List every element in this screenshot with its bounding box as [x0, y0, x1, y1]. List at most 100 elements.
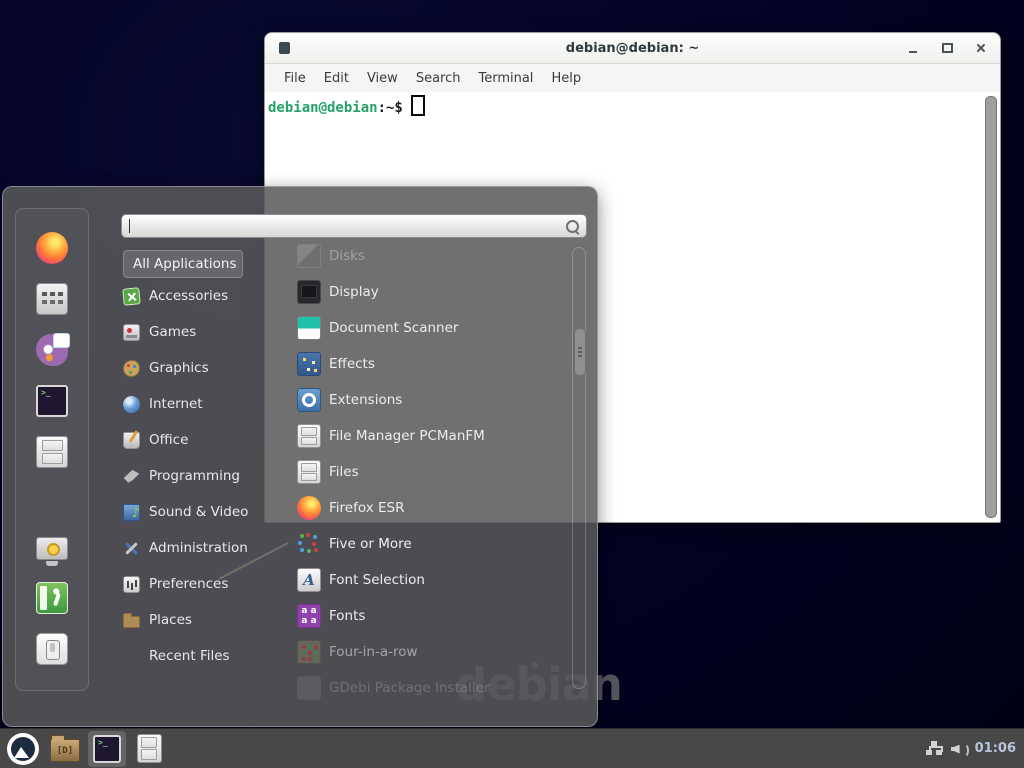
category-accessories[interactable]: Accessories	[121, 278, 279, 314]
dock-terminal-button[interactable]	[34, 385, 70, 417]
clock[interactable]: 01:06	[975, 741, 1016, 756]
app-label: Disks	[329, 248, 365, 264]
category-places[interactable]: Places	[121, 602, 279, 638]
category-internet[interactable]: Internet	[121, 386, 279, 422]
app-label: Four-in-a-row	[329, 644, 418, 660]
prompt-user-host: debian@debian	[268, 100, 378, 116]
dock-shutdown-button[interactable]	[34, 633, 70, 665]
all-applications-button[interactable]: All Applications	[123, 250, 243, 278]
terminal-scrollbar[interactable]	[985, 96, 997, 518]
menubar-item-view[interactable]: View	[358, 71, 407, 86]
category-office[interactable]: Office	[121, 422, 279, 458]
taskbar-file-cabinet-button[interactable]	[130, 731, 168, 767]
category-programming[interactable]: Programming	[121, 458, 279, 494]
places-icon	[123, 616, 140, 628]
dock-software-button[interactable]	[34, 283, 70, 315]
file-cabinet-icon	[137, 734, 162, 763]
app-item-document-scanner[interactable]: Document Scanner	[293, 310, 569, 346]
app-item-four-in-a-row[interactable]: Four-in-a-row	[293, 634, 569, 670]
terminal-window-icon	[279, 42, 290, 54]
five-or-more-icon	[297, 532, 321, 556]
category-label: Accessories	[149, 288, 228, 304]
application-list: Disks Display Document Scanner Effects Exten…	[293, 238, 569, 706]
app-label: File Manager PCManFM	[329, 428, 485, 444]
menubar-item-edit[interactable]: Edit	[315, 71, 358, 86]
taskbar-folder-d-button[interactable]	[46, 731, 84, 767]
terminal-titlebar[interactable]: debian@debian: ~	[265, 33, 1000, 64]
search-input[interactable]	[130, 218, 566, 235]
dock-firefox-button[interactable]	[34, 232, 70, 264]
app-item-effects[interactable]: Effects	[293, 346, 569, 382]
maximize-icon	[942, 43, 953, 53]
app-item-font-selection[interactable]: Font Selection	[293, 562, 569, 598]
app-label: Effects	[329, 356, 375, 372]
app-item-file-manager[interactable]: File Manager PCManFM	[293, 418, 569, 454]
app-label: Font Selection	[329, 572, 425, 588]
category-label: Administration	[149, 540, 248, 556]
app-item-files[interactable]: Files	[293, 454, 569, 490]
menubar-item-search[interactable]: Search	[407, 71, 470, 86]
app-label: Fonts	[329, 608, 365, 624]
category-label: Programming	[149, 468, 240, 484]
menubar-item-help[interactable]: Help	[542, 71, 590, 86]
app-item-fonts[interactable]: Fonts	[293, 598, 569, 634]
folder-d-icon	[50, 739, 80, 762]
menu-logo-icon	[7, 733, 39, 765]
category-label: Preferences	[149, 576, 228, 592]
gdebi-icon	[297, 676, 321, 700]
category-sound-video[interactable]: Sound & Video	[121, 494, 279, 530]
app-item-five-or-more[interactable]: Five or More	[293, 526, 569, 562]
terminal-cursor	[411, 95, 425, 116]
shutdown-icon	[36, 633, 68, 665]
logout-icon	[36, 582, 68, 614]
category-label: Games	[149, 324, 196, 340]
search-box[interactable]	[121, 214, 587, 238]
taskbar-terminal-button[interactable]	[88, 731, 126, 767]
category-games[interactable]: Games	[121, 314, 279, 350]
app-item-display[interactable]: Display	[293, 274, 569, 310]
font-selection-icon	[297, 568, 321, 592]
office-icon	[123, 432, 140, 449]
app-item-disks[interactable]: Disks	[293, 238, 569, 274]
app-label: Extensions	[329, 392, 402, 408]
category-label: Graphics	[149, 360, 209, 376]
administration-icon	[123, 540, 140, 557]
minimize-button[interactable]	[900, 38, 926, 58]
app-list-scrollbar-handle[interactable]	[574, 328, 586, 376]
category-label: Recent Files	[149, 648, 230, 664]
dock-logout-button[interactable]	[34, 582, 70, 614]
dock-lock-screen-button[interactable]	[34, 531, 70, 563]
app-label: Display	[329, 284, 379, 300]
app-item-firefox[interactable]: Firefox ESR	[293, 490, 569, 526]
category-recent[interactable]: Recent Files	[121, 638, 279, 674]
category-graphics[interactable]: Graphics	[121, 350, 279, 386]
software-icon	[36, 283, 68, 315]
terminal-menubar: FileEditViewSearchTerminalHelp	[265, 64, 1000, 92]
firefox-icon	[36, 232, 68, 264]
menubar-item-terminal[interactable]: Terminal	[469, 71, 542, 86]
volume-icon[interactable]	[951, 742, 967, 756]
scrollbar-grip	[578, 347, 582, 349]
games-icon	[123, 324, 140, 341]
close-button[interactable]	[968, 38, 994, 58]
menubar-item-file[interactable]: File	[275, 71, 315, 86]
internet-icon	[123, 396, 140, 413]
extensions-icon	[297, 388, 321, 412]
dock-pidgin-button[interactable]	[34, 334, 70, 366]
maximize-button[interactable]	[934, 38, 960, 58]
terminal-prompt: debian@debian:~$	[268, 95, 425, 116]
category-preferences[interactable]: Preferences	[121, 566, 279, 602]
firefox-icon	[297, 496, 321, 520]
four-in-a-row-icon	[297, 640, 321, 664]
category-label: Sound & Video	[149, 504, 248, 520]
dock-file-cabinet-button[interactable]	[34, 436, 70, 468]
application-menu: All Applications Accessories Games Graphic…	[2, 186, 598, 727]
app-item-gdebi[interactable]: GDebi Package Installer	[293, 670, 569, 706]
network-icon[interactable]	[926, 741, 942, 756]
programming-icon	[123, 468, 140, 485]
app-list-scrollbar-track[interactable]	[572, 247, 586, 689]
taskbar-menu-logo-button[interactable]	[4, 731, 42, 767]
sound-video-icon	[123, 504, 140, 521]
window-controls	[892, 33, 994, 63]
app-item-extensions[interactable]: Extensions	[293, 382, 569, 418]
